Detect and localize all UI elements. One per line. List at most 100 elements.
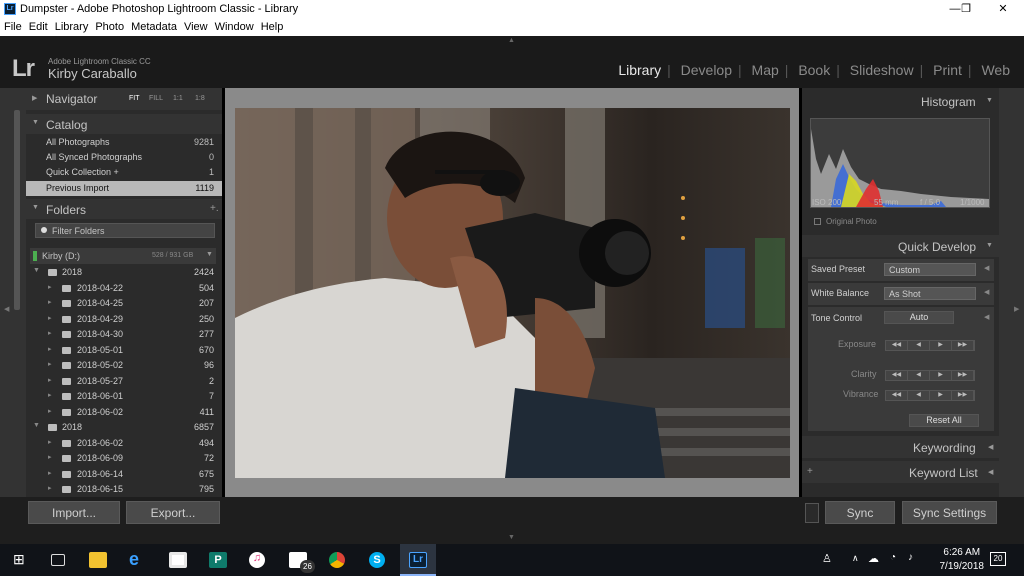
menu-edit[interactable]: Edit xyxy=(25,18,51,33)
task-view-button[interactable] xyxy=(40,544,76,576)
saved-preset-select[interactable]: Custom xyxy=(884,263,976,276)
main-photo[interactable] xyxy=(235,108,790,478)
show-hidden-icons[interactable]: ∧ xyxy=(852,553,859,564)
add-keyword-button[interactable]: + xyxy=(807,466,813,477)
folder-item[interactable]: ▸ 2018-06-02 494 xyxy=(26,436,222,452)
folder-item[interactable]: ▸ 2018-06-09 72 xyxy=(26,451,222,467)
catalog-item-previous-import[interactable]: Previous Import 1119 xyxy=(26,181,222,196)
sync-settings-button[interactable]: Sync Settings xyxy=(902,501,997,524)
navigator-header[interactable]: ▶ Navigator FIT FILL 1:1 1:8 xyxy=(26,88,222,110)
module-map[interactable]: Map xyxy=(752,62,779,78)
taskbar-lightroom[interactable]: Lr xyxy=(400,544,436,576)
folder-item[interactable]: ▸ 2018-04-30 277 xyxy=(26,327,222,343)
taskbar-itunes[interactable]: ♫ xyxy=(240,544,276,576)
folders-header[interactable]: ▼ Folders +. xyxy=(26,199,222,219)
module-develop[interactable]: Develop xyxy=(681,62,732,78)
sync-toggle-switch[interactable] xyxy=(805,503,819,523)
menu-photo[interactable]: Photo xyxy=(91,18,127,33)
menu-window[interactable]: Window xyxy=(211,18,257,33)
left-panel-toggle-icon[interactable]: ◀ xyxy=(4,305,9,313)
keyword-list-header[interactable]: + Keyword List ◀ xyxy=(802,461,999,483)
menu-library[interactable]: Library xyxy=(51,18,92,33)
taskbar-mail[interactable]: 26 xyxy=(280,544,316,576)
volume-menu-icon[interactable]: ▼ xyxy=(206,251,213,258)
module-library[interactable]: Library xyxy=(618,62,661,78)
export-button[interactable]: Export... xyxy=(126,501,220,524)
add-folder-button[interactable]: +. xyxy=(210,203,219,214)
disclosure-triangle-icon[interactable]: ◀ xyxy=(984,288,989,296)
expand-triangle-icon[interactable]: ▼ xyxy=(33,267,40,274)
folder-item[interactable]: ▸ 2018-04-25 207 xyxy=(26,296,222,312)
collapse-triangle-icon[interactable]: ▸ xyxy=(48,469,52,477)
white-balance-select[interactable]: As Shot xyxy=(884,287,976,300)
folder-item[interactable]: ▸ 2018-05-27 2 xyxy=(26,374,222,390)
folder-item[interactable]: ▸ 2018-06-15 795 xyxy=(26,482,222,497)
histogram-title[interactable]: Histogram xyxy=(921,95,976,109)
clarity-stepper[interactable]: ◀◀ ◀ ▶ ▶▶ xyxy=(885,370,975,381)
menu-help[interactable]: Help xyxy=(257,18,287,33)
network-icon[interactable]: ◔ xyxy=(890,552,896,563)
module-web[interactable]: Web xyxy=(981,62,1010,78)
taskbar-publisher[interactable]: P xyxy=(200,544,236,576)
collapse-triangle-icon[interactable]: ▸ xyxy=(48,376,52,384)
folder-parent[interactable]: ▼ 2018 6857 xyxy=(26,420,222,436)
clock[interactable]: 6:26 AM 7/19/2018 xyxy=(940,546,985,574)
collapse-triangle-icon[interactable]: ▸ xyxy=(48,314,52,322)
collapse-triangle-icon[interactable]: ▸ xyxy=(48,407,52,415)
filmstrip-toggle-icon[interactable]: ▼ xyxy=(508,534,515,541)
menu-metadata[interactable]: Metadata xyxy=(127,18,180,33)
folder-item[interactable]: ▸ 2018-05-01 670 xyxy=(26,343,222,359)
catalog-item-all-photographs[interactable]: All Photographs 9281 xyxy=(26,135,222,150)
zoom-1-8[interactable]: 1:8 xyxy=(195,95,205,102)
start-button[interactable]: ⊞ xyxy=(2,544,38,576)
volume-icon[interactable]: ♪ xyxy=(908,552,913,563)
expand-triangle-icon[interactable]: ▼ xyxy=(986,97,993,104)
collapse-triangle-icon[interactable]: ▸ xyxy=(48,345,52,353)
quick-develop-header[interactable]: Quick Develop ▼ xyxy=(802,235,999,257)
collapse-triangle-icon[interactable]: ▸ xyxy=(48,484,52,492)
disclosure-triangle-icon[interactable]: ◀ xyxy=(984,313,989,321)
left-scrollbar[interactable] xyxy=(14,110,20,310)
collapse-triangle-icon[interactable]: ▸ xyxy=(48,391,52,399)
folder-item[interactable]: ▸ 2018-06-14 675 xyxy=(26,467,222,483)
taskbar-file-explorer[interactable] xyxy=(80,544,116,576)
zoom-fit[interactable]: FIT xyxy=(129,95,140,102)
collapse-triangle-icon[interactable]: ▸ xyxy=(48,453,52,461)
filter-folders-field[interactable]: Filter Folders xyxy=(35,223,215,238)
collapse-triangle-icon[interactable]: ▸ xyxy=(48,283,52,291)
catalog-item-quick-collection[interactable]: Quick Collection +1 xyxy=(26,165,222,180)
folder-item[interactable]: ▸ 2018-06-01 7 xyxy=(26,389,222,405)
disclosure-triangle-icon[interactable]: ◀ xyxy=(984,264,989,272)
module-book[interactable]: Book xyxy=(798,62,830,78)
reset-all-button[interactable]: Reset All xyxy=(909,414,979,427)
sync-button[interactable]: Sync xyxy=(825,501,895,524)
folder-item[interactable]: ▸ 2018-04-22 504 xyxy=(26,281,222,297)
close-button[interactable]: ✕ xyxy=(980,0,1024,18)
taskbar-skype[interactable]: S xyxy=(360,544,396,576)
right-panel-toggle-icon[interactable]: ▶ xyxy=(1014,305,1019,313)
module-slideshow[interactable]: Slideshow xyxy=(850,62,914,78)
folder-item[interactable]: ▸ 2018-05-02 96 xyxy=(26,358,222,374)
notification-icon[interactable]: 20 xyxy=(990,552,1006,566)
menu-file[interactable]: File xyxy=(0,18,25,33)
catalog-header[interactable]: ▼ Catalog xyxy=(26,114,222,134)
folder-item[interactable]: ▸ 2018-06-02 411 xyxy=(26,405,222,421)
exposure-stepper[interactable]: ◀◀ ◀ ▶ ▶▶ xyxy=(885,340,975,351)
expand-triangle-icon[interactable]: ▼ xyxy=(33,422,40,429)
collapse-triangle-icon[interactable]: ▸ xyxy=(48,360,52,368)
original-photo-checkbox[interactable] xyxy=(814,218,821,225)
auto-tone-button[interactable]: Auto xyxy=(884,311,954,324)
keywording-header[interactable]: Keywording ◀ xyxy=(802,436,999,458)
taskbar-chrome[interactable] xyxy=(320,544,356,576)
collapse-triangle-icon[interactable]: ▸ xyxy=(48,298,52,306)
menu-view[interactable]: View xyxy=(180,18,211,33)
vibrance-stepper[interactable]: ◀◀ ◀ ▶ ▶▶ xyxy=(885,390,975,401)
folder-parent[interactable]: ▼ 2018 2424 xyxy=(26,265,222,281)
import-button[interactable]: Import... xyxy=(28,501,120,524)
folder-item[interactable]: ▸ 2018-04-29 250 xyxy=(26,312,222,328)
collapse-triangle-icon[interactable]: ▸ xyxy=(48,438,52,446)
volume-row[interactable]: Kirby (D:) 528 / 931 GB ▼ xyxy=(30,248,216,264)
zoom-fill[interactable]: FILL xyxy=(149,95,163,102)
people-icon[interactable]: ♙ xyxy=(822,552,832,565)
taskbar-edge[interactable]: e xyxy=(120,544,156,576)
